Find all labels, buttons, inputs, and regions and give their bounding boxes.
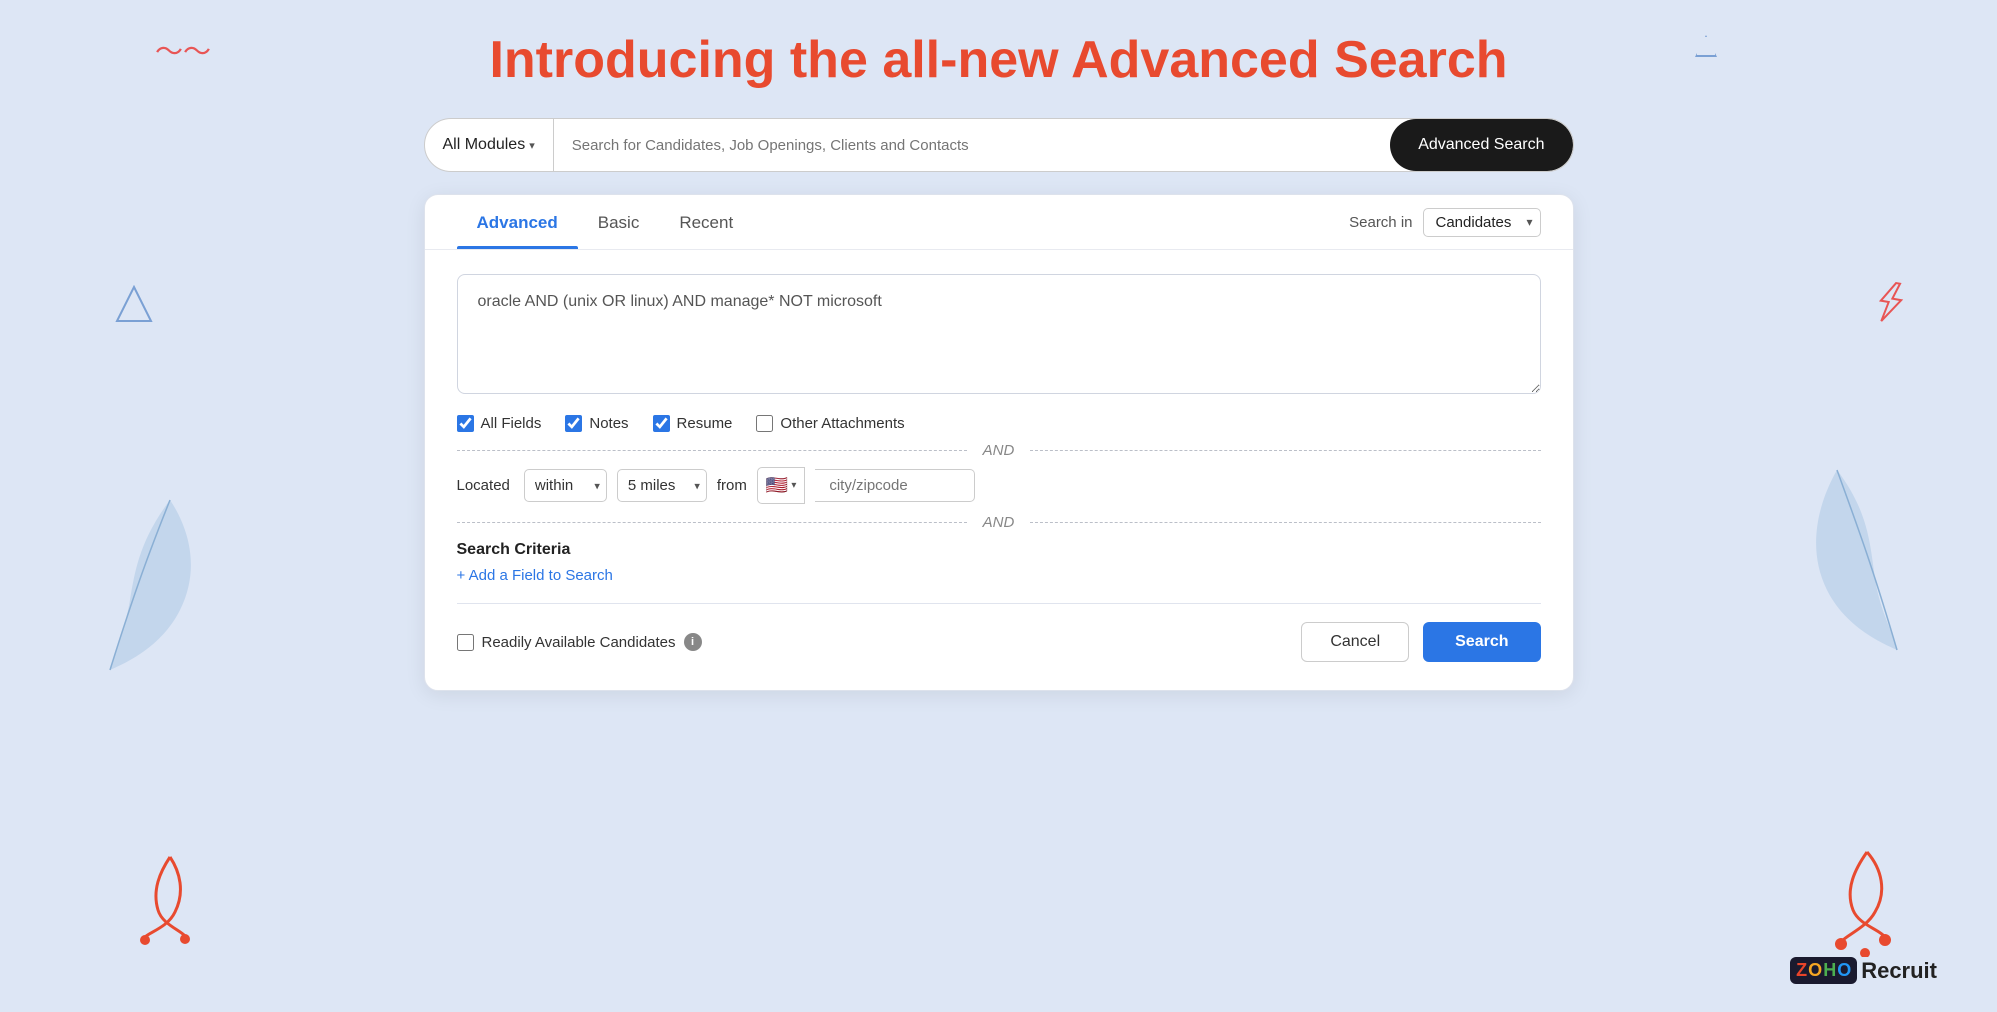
notes-checkbox[interactable] [565,415,582,432]
all-fields-checkbox[interactable] [457,415,474,432]
all-modules-label: All Modules [443,136,526,154]
and-label-2: AND [967,514,1031,531]
search-button[interactable]: Search [1423,622,1540,662]
readily-available-label: Readily Available Candidates [482,634,676,651]
from-label: from [717,477,747,494]
divider-line-right-2 [1030,522,1540,523]
zoho-o2-letter: O [1837,960,1851,981]
squiggle-decoration: 〜〜 [155,38,211,66]
zoho-recruit-logo: Z O H O Recruit [1790,957,1937,984]
flag-chevron-icon: ▾ [791,480,796,491]
us-flag-icon: 🇺🇸 [766,475,788,496]
all-modules-button[interactable]: All Modules ▾ [425,119,554,171]
tabs-row: Advanced Basic Recent Search in Candidat… [425,195,1573,250]
chevron-down-icon: ▾ [529,139,535,152]
tabs-left: Advanced Basic Recent [457,195,1350,249]
resume-checkbox-item[interactable]: Resume [653,415,733,432]
global-search-input[interactable] [554,119,1390,171]
bottom-divider [457,603,1541,604]
main-panel: Advanced Basic Recent Search in Candidat… [424,194,1574,691]
zoho-box: Z O H O [1790,957,1857,984]
search-criteria-title: Search Criteria [457,541,1541,559]
city-zipcode-input[interactable] [815,469,975,502]
search-query-textarea[interactable]: oracle AND (unix OR linux) AND manage* N… [457,274,1541,394]
other-attachments-checkbox-item[interactable]: Other Attachments [756,415,904,432]
resume-label: Resume [677,415,733,432]
all-fields-checkbox-item[interactable]: All Fields [457,415,542,432]
leaf-decoration-right [1787,460,1917,680]
readily-available-checkbox-item[interactable]: Readily Available Candidates i [457,633,702,651]
zoho-z-letter: Z [1796,960,1807,981]
recruit-text: Recruit [1861,958,1937,984]
candidates-select[interactable]: Candidates [1423,208,1541,237]
advanced-search-button[interactable]: Advanced Search [1390,119,1572,171]
search-criteria-section: Search Criteria + Add a Field to Search [425,541,1573,585]
divider-line-right-1 [1030,450,1540,451]
other-attachments-label: Other Attachments [780,415,904,432]
and-label-1: AND [967,442,1031,459]
and-divider-2: AND [457,514,1541,531]
and-divider-1: AND [457,442,1541,459]
located-row: Located within outside 5 miles 10 miles … [425,467,1573,504]
red-decoration-right [1817,847,1917,957]
red-decoration-left [130,852,210,952]
checkboxes-row: All Fields Notes Resume Other Attachment… [425,415,1573,432]
leaf-decoration-left [90,490,210,690]
title-highlight-text: Advanced Search [1071,31,1507,89]
zoho-h-letter: H [1823,960,1836,981]
other-attachments-checkbox[interactable] [756,415,773,432]
notes-label: Notes [589,415,628,432]
triangle-decoration-top-right [1695,35,1717,57]
bottom-row: Readily Available Candidates i Cancel Se… [425,622,1573,662]
flag-select[interactable]: 🇺🇸 ▾ [757,467,805,504]
title-normal-text: Introducing the all-new [489,31,1071,89]
lightning-decoration-right [1870,278,1907,334]
distance-select-wrapper: 5 miles 10 miles 25 miles 50 miles [617,469,707,502]
cancel-button[interactable]: Cancel [1301,622,1409,662]
divider-line-left-1 [457,450,967,451]
tab-recent[interactable]: Recent [659,195,753,249]
tab-basic[interactable]: Basic [578,195,660,249]
readily-available-checkbox[interactable] [457,634,474,651]
page-title: Introducing the all-new Advanced Search [489,30,1507,90]
add-field-link[interactable]: + Add a Field to Search [457,567,613,584]
candidates-select-wrapper: Candidates [1423,208,1541,237]
within-select-wrapper: within outside [524,469,607,502]
action-buttons: Cancel Search [1301,622,1540,662]
all-fields-label: All Fields [481,415,542,432]
distance-select[interactable]: 5 miles 10 miles 25 miles 50 miles [617,469,707,502]
notes-checkbox-item[interactable]: Notes [565,415,628,432]
search-in-section: Search in Candidates [1349,208,1540,237]
within-select[interactable]: within outside [524,469,607,502]
info-icon[interactable]: i [684,633,702,651]
search-in-label: Search in [1349,214,1412,231]
tab-advanced[interactable]: Advanced [457,195,578,249]
search-bar: All Modules ▾ Advanced Search [424,118,1574,172]
zoho-o1-letter: O [1808,960,1822,981]
divider-line-left-2 [457,522,967,523]
resume-checkbox[interactable] [653,415,670,432]
triangle-decoration-left [115,285,153,323]
located-label: Located [457,477,510,494]
